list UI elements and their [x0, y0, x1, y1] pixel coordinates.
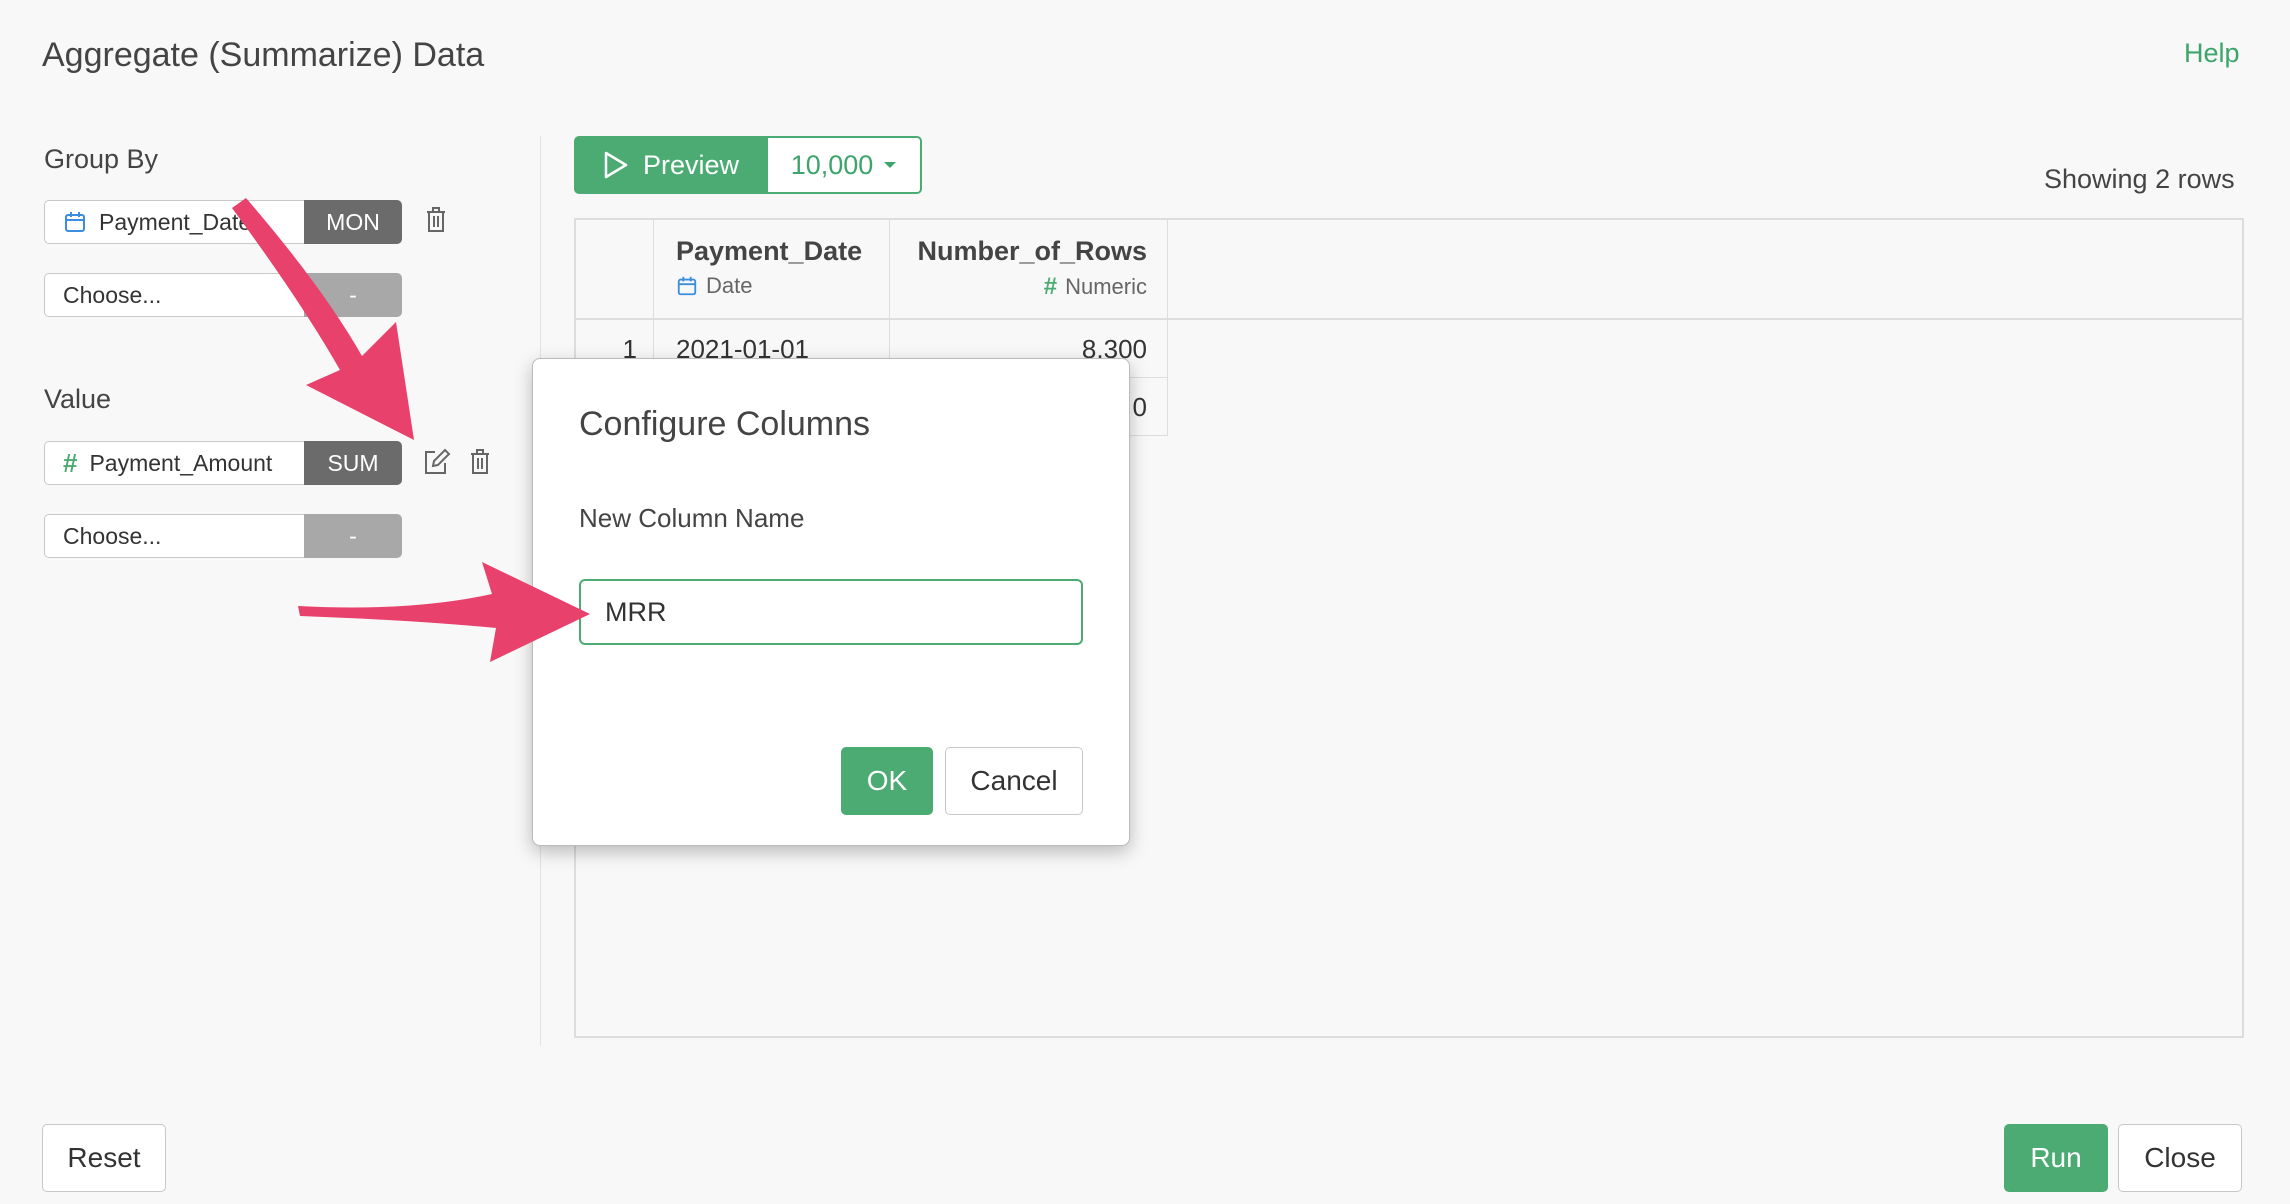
column-type: Date: [676, 273, 889, 299]
page-title: Aggregate (Summarize) Data: [42, 36, 485, 74]
calendar-icon: [677, 276, 697, 296]
play-icon: [604, 151, 628, 179]
caret-down-icon: [884, 162, 897, 168]
value-choose-aggregation[interactable]: -: [304, 514, 402, 558]
ok-button[interactable]: OK: [841, 747, 933, 815]
preview-controls: Preview 10,000: [574, 136, 922, 194]
group-by-field[interactable]: Payment_Date: [44, 200, 304, 244]
row-limit-dropdown[interactable]: 10,000: [768, 136, 922, 194]
value-aggregation-button[interactable]: SUM: [304, 441, 402, 485]
group-by-aggregation-button[interactable]: MON: [304, 200, 402, 244]
cancel-button[interactable]: Cancel: [945, 747, 1083, 815]
value-choose-row: Choose... -: [44, 514, 402, 558]
group-by-choose-row: Choose... -: [44, 273, 402, 317]
column-type-label: Date: [706, 273, 753, 298]
calendar-icon: [63, 210, 87, 234]
hash-icon: #: [1043, 273, 1058, 300]
run-button[interactable]: Run: [2004, 1124, 2108, 1192]
new-column-name-input[interactable]: [579, 579, 1083, 645]
close-button[interactable]: Close: [2118, 1124, 2242, 1192]
value-label: Value: [44, 384, 112, 414]
hash-icon: #: [63, 447, 78, 478]
group-by-label: Group By: [44, 144, 159, 174]
column-header[interactable]: Number_of_Rows # Numeric: [890, 220, 1168, 320]
column-header[interactable]: Payment_Date Date: [654, 220, 890, 320]
row-limit-value: 10,000: [790, 149, 874, 180]
group-by-field-name: Payment_Date: [99, 208, 252, 235]
group-by-row: Payment_Date MON: [44, 200, 402, 244]
dialog-title: Configure Columns: [579, 405, 871, 443]
preview-button-label: Preview: [642, 149, 740, 180]
value-row: # Payment_Amount SUM: [44, 441, 402, 485]
preview-button[interactable]: Preview: [574, 136, 768, 194]
column-name: Payment_Date: [676, 236, 863, 266]
value-field-name: Payment_Amount: [89, 449, 273, 476]
new-column-name-label: New Column Name: [579, 503, 805, 533]
column-type-label: Numeric: [1065, 274, 1147, 299]
value-choose-select[interactable]: Choose...: [44, 514, 304, 558]
trash-icon[interactable]: [464, 446, 496, 478]
edit-icon[interactable]: [420, 446, 452, 478]
trash-icon[interactable]: [420, 204, 452, 236]
group-by-choose-aggregation[interactable]: -: [304, 273, 402, 317]
reset-button[interactable]: Reset: [42, 1124, 166, 1192]
row-count-text: Showing 2 rows: [2044, 164, 2235, 194]
configure-columns-dialog: Configure Columns New Column Name OK Can…: [532, 358, 1130, 846]
value-field[interactable]: # Payment_Amount: [44, 441, 304, 485]
row-number-header: [576, 220, 654, 320]
help-link[interactable]: Help: [2184, 38, 2240, 69]
column-type: # Numeric: [890, 273, 1147, 301]
column-name: Number_of_Rows: [917, 236, 1147, 266]
group-by-choose-select[interactable]: Choose...: [44, 273, 304, 317]
